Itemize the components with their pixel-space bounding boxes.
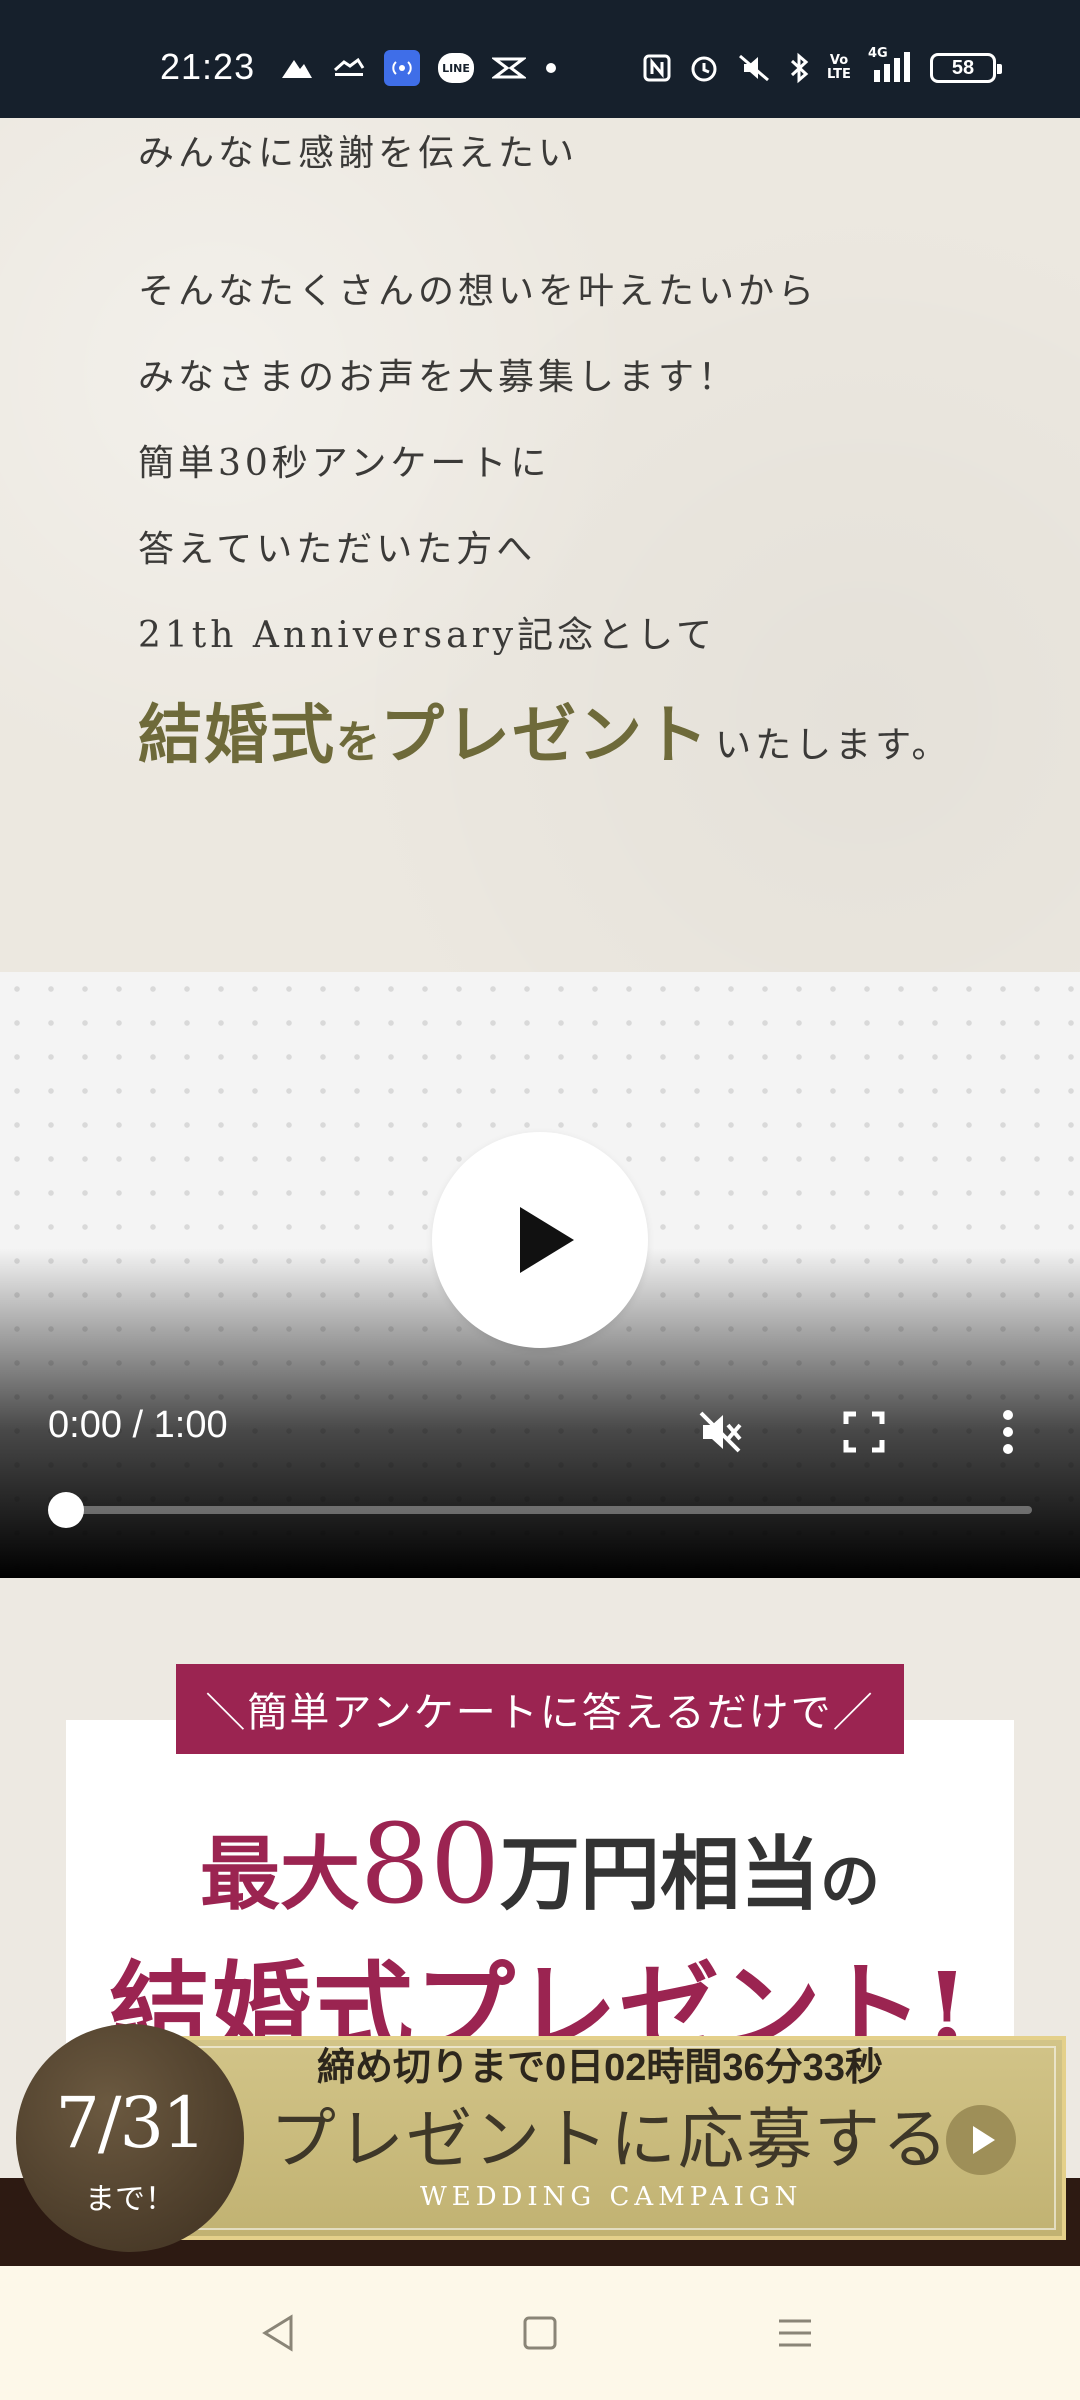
message-line: 答えていただいた方へ — [138, 529, 537, 570]
system-icons: Vo LTE 4G 58 — [642, 46, 1002, 88]
headline-wedding: 結婚式 — [138, 698, 336, 773]
hotspot-icon — [384, 50, 420, 86]
home-button[interactable] — [513, 2306, 567, 2360]
headline-present: プレゼント — [380, 698, 710, 773]
present-headline: 結婚式をプレゼント いたします。 — [138, 684, 952, 776]
mountain-icon — [280, 50, 314, 86]
vibrate-mute-icon — [736, 50, 772, 86]
promo-amount-unit: 万円相当 — [499, 1827, 820, 1921]
promo-max-label: 最大 — [200, 1827, 360, 1921]
video-time: 0:00 / 1:00 — [48, 1404, 228, 1446]
promo-amount-number: 80 — [360, 1800, 500, 1928]
volte-icon: Vo LTE — [827, 53, 851, 82]
headline-tail: いたします。 — [715, 725, 952, 766]
network-type: 4G — [868, 46, 888, 61]
deadline-suffix: まで！ — [85, 2182, 175, 2217]
message-line: みなさまのお声を大募集します！ — [138, 357, 739, 398]
menu-lines-icon — [779, 2319, 811, 2347]
back-triangle-icon — [262, 2314, 293, 2352]
promo-amount: 最大80万円相当の — [0, 1800, 1080, 1928]
progress-scrubber[interactable] — [48, 1492, 84, 1528]
message-line: 21th Anniversary記念として — [138, 615, 717, 656]
line-icon: LINE — [438, 53, 474, 83]
message-line: そんなたくさんの想いを叶えたいから — [138, 271, 819, 312]
more-options-button[interactable] — [980, 1404, 1036, 1460]
message-section: みんなに感謝を伝えたい そんなたくさんの想いを叶えたいから みなさまのお声を大募… — [0, 118, 1080, 972]
fullscreen-button[interactable] — [836, 1404, 892, 1460]
fullscreen-icon — [843, 1411, 885, 1453]
promo-ribbon: ＼簡単アンケートに答えるだけで／ — [176, 1664, 904, 1754]
video-player[interactable]: 0:00 / 1:00 — [0, 972, 1080, 1578]
deadline-date: 7/31 — [55, 2082, 206, 2164]
more-vert-icon — [1003, 1410, 1013, 1454]
arrow-right-icon[interactable] — [946, 2105, 1016, 2175]
play-button[interactable] — [432, 1132, 648, 1348]
message-line: 簡単30秒アンケートに — [138, 443, 551, 484]
menu-button[interactable] — [768, 2306, 822, 2360]
dot-icon — [544, 50, 558, 86]
headline-particle: を — [336, 717, 380, 768]
notification-icons: LINE — [280, 48, 558, 88]
promo-particle: の — [819, 1847, 880, 1917]
mute-button[interactable] — [692, 1404, 748, 1460]
status-time: 21:23 — [160, 46, 256, 87]
back-button[interactable] — [252, 2306, 306, 2360]
navigation-bar — [0, 2266, 1080, 2400]
muted-speaker-icon — [699, 1411, 742, 1453]
app-icon — [492, 50, 526, 86]
video-progress-bar[interactable] — [48, 1492, 1032, 1528]
campaign-label: WEDDING CAMPAIGN — [420, 2182, 803, 2212]
status-bar: 21:23 LINE Vo LTE 4G 58 — [0, 0, 1080, 118]
apply-label[interactable]: プレゼントに応募する — [270, 2086, 950, 2182]
alarm-icon — [688, 50, 720, 86]
deadline-badge: 7/31 まで！ — [16, 2024, 244, 2252]
netkeiba-icon — [332, 50, 366, 86]
bluetooth-icon — [788, 50, 810, 86]
battery-icon: 58 — [930, 53, 1002, 83]
message-line: みんなに感謝を伝えたい — [138, 133, 579, 174]
home-square-icon — [523, 2316, 557, 2350]
nfc-icon — [642, 50, 672, 86]
signal-icon: 4G — [868, 46, 914, 86]
